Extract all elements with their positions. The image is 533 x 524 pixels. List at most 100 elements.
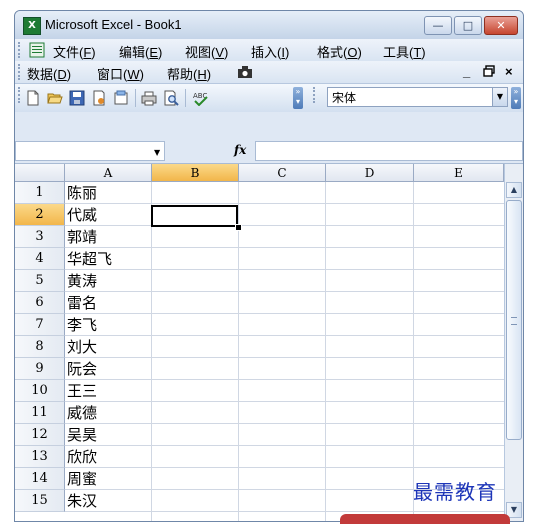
doc-close-button[interactable]: × <box>505 64 513 79</box>
row-header-14[interactable]: 14 <box>15 468 65 490</box>
formula-input[interactable] <box>255 141 523 161</box>
cell-a2[interactable]: 代威 <box>67 204 97 226</box>
excel-window: X Microsoft Excel - Book1 — □ ✕ 文件(F) 编辑… <box>14 10 524 522</box>
toolbar-overflow-button[interactable]: » ▾ <box>293 87 303 109</box>
cell-a13[interactable]: 欣欣 <box>67 446 97 468</box>
excel-app-icon[interactable]: X <box>23 17 41 35</box>
column-header-c[interactable]: C <box>239 164 326 182</box>
menu-view[interactable]: 视图(V) <box>185 42 228 61</box>
vertical-scrollbar[interactable]: ▲ ▼ <box>504 164 523 521</box>
insert-function-icon[interactable]: fx <box>234 143 246 157</box>
gridline <box>65 379 504 380</box>
menu-help[interactable]: 帮助(H) <box>167 64 211 83</box>
font-name-select[interactable]: 宋体 ▼ <box>327 87 508 107</box>
cell-a12[interactable]: 吴昊 <box>67 424 97 446</box>
title-bar[interactable]: X Microsoft Excel - Book1 — □ ✕ <box>15 11 523 39</box>
grip-icon <box>511 317 517 325</box>
gridline <box>238 182 239 521</box>
open-icon[interactable] <box>47 90 63 106</box>
cell-a1[interactable]: 陈丽 <box>67 182 97 204</box>
gridline <box>65 335 504 336</box>
email-icon[interactable] <box>113 90 129 106</box>
menu-bar-row-2: 数据(D) 窗口(W) 帮助(H) _ × <box>15 61 523 83</box>
row-header-13[interactable]: 13 <box>15 446 65 468</box>
gridline <box>65 291 504 292</box>
cell-a5[interactable]: 黄涛 <box>67 270 97 292</box>
row-header-11[interactable]: 11 <box>15 402 65 424</box>
menu-data[interactable]: 数据(D) <box>27 64 71 83</box>
row-header-15[interactable]: 15 <box>15 490 65 512</box>
chevron-down-icon[interactable]: ▼ <box>154 148 160 157</box>
gridline <box>65 423 504 424</box>
gridline <box>65 203 504 204</box>
cell-a6[interactable]: 雷名 <box>67 292 97 314</box>
row-header-4[interactable]: 4 <box>15 248 65 270</box>
worksheet-grid[interactable]: A B C D E 1 陈丽 2 代威 3 郭靖 4 华超飞 5 黄涛 6 雷名 7 李飞 8 刘大 9 阮会 10… <box>15 164 504 521</box>
minimize-button[interactable]: — <box>424 16 452 35</box>
menu-format[interactable]: 格式(O) <box>317 42 362 61</box>
gridline <box>325 182 326 521</box>
scroll-up-button[interactable]: ▲ <box>506 182 522 198</box>
window-title: Microsoft Excel - Book1 <box>45 17 182 32</box>
menu-insert[interactable]: 插入(I) <box>251 42 289 61</box>
column-header-a[interactable]: A <box>65 164 152 182</box>
gridline <box>413 182 414 521</box>
row-header-1[interactable]: 1 <box>15 182 65 204</box>
camera-icon[interactable] <box>237 65 253 79</box>
row-header-12[interactable]: 12 <box>15 424 65 446</box>
toolbar-grip[interactable] <box>18 42 22 58</box>
document-icon[interactable] <box>29 42 45 58</box>
gridline <box>151 182 152 521</box>
maximize-button[interactable]: □ <box>454 16 482 35</box>
gridline <box>65 225 504 226</box>
cell-a15[interactable]: 朱汉 <box>67 490 97 512</box>
cell-a9[interactable]: 阮会 <box>67 358 97 380</box>
menu-tools[interactable]: 工具(T) <box>383 42 426 61</box>
scroll-thumb[interactable] <box>506 200 522 440</box>
column-header-b[interactable]: B <box>152 164 239 182</box>
gridline <box>65 467 504 468</box>
menu-edit[interactable]: 编辑(E) <box>119 42 162 61</box>
cell-a10[interactable]: 王三 <box>67 380 97 402</box>
row-header-2[interactable]: 2 <box>15 204 65 226</box>
watermark-banner <box>340 514 510 524</box>
name-box[interactable]: ▼ <box>15 141 165 161</box>
cell-a14[interactable]: 周蜜 <box>67 468 97 490</box>
cell-a8[interactable]: 刘大 <box>67 336 97 358</box>
toolbar-grip[interactable] <box>18 87 22 103</box>
column-header-e[interactable]: E <box>414 164 504 182</box>
row-header-8[interactable]: 8 <box>15 336 65 358</box>
menu-window[interactable]: 窗口(W) <box>97 64 144 83</box>
cell-a7[interactable]: 李飞 <box>67 314 97 336</box>
select-all-corner[interactable] <box>15 164 65 182</box>
chevron-down-icon[interactable]: ▼ <box>492 88 507 106</box>
gridline <box>65 313 504 314</box>
toolbar-overflow-button[interactable]: » ▾ <box>511 87 521 109</box>
save-icon[interactable] <box>69 90 85 106</box>
print-icon[interactable] <box>141 90 157 106</box>
permission-icon[interactable] <box>91 90 107 106</box>
new-icon[interactable] <box>25 90 41 106</box>
row-header-9[interactable]: 9 <box>15 358 65 380</box>
cell-a11[interactable]: 威德 <box>67 402 97 424</box>
menu-file[interactable]: 文件(F) <box>53 42 96 61</box>
toolbar-spacer <box>15 112 523 139</box>
cell-a4[interactable]: 华超飞 <box>67 248 112 270</box>
print-preview-icon[interactable] <box>163 90 179 106</box>
row-header-6[interactable]: 6 <box>15 292 65 314</box>
toolbar-grip[interactable] <box>313 87 317 103</box>
spelling-icon[interactable]: ABC <box>193 90 209 107</box>
column-header-d[interactable]: D <box>326 164 414 182</box>
active-cell-b2[interactable] <box>151 205 238 227</box>
row-header-5[interactable]: 5 <box>15 270 65 292</box>
toolbar-grip[interactable] <box>18 64 22 80</box>
close-button[interactable]: ✕ <box>484 16 518 35</box>
doc-restore-button[interactable] <box>483 65 495 80</box>
cell-a3[interactable]: 郭靖 <box>67 226 97 248</box>
row-header-10[interactable]: 10 <box>15 380 65 402</box>
doc-minimize-button[interactable]: _ <box>463 64 470 79</box>
row-header-7[interactable]: 7 <box>15 314 65 336</box>
row-header-3[interactable]: 3 <box>15 226 65 248</box>
fill-handle[interactable] <box>235 224 242 231</box>
watermark-text: 最需教育 <box>413 480 497 504</box>
